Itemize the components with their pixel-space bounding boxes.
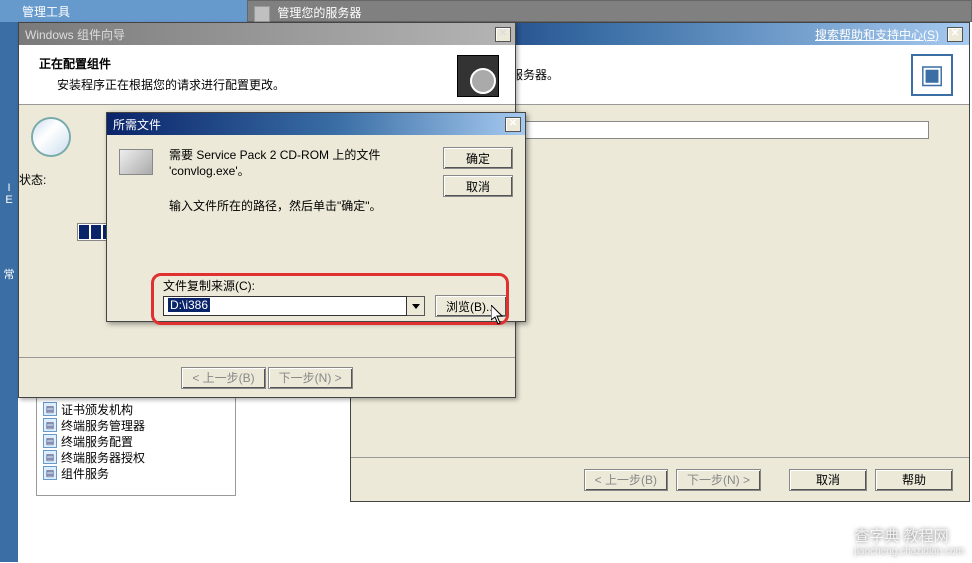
back-button: < 上一步(B) [181, 367, 265, 389]
close-icon[interactable]: ✕ [505, 117, 521, 132]
ok-button[interactable]: 确定 [443, 147, 513, 169]
search-help-link[interactable]: 搜索帮助和支持中心(S) [815, 26, 939, 43]
disc-icon [33, 119, 69, 155]
taskbar-item-manage-server[interactable]: 管理您的服务器 [247, 0, 972, 22]
folder-icon: ▤ [43, 402, 57, 416]
wizard1-subheading: 安装程序正在根据您的请求进行配置更改。 [57, 76, 285, 93]
taskbar-item-admin-tools[interactable]: 管理工具 [0, 0, 260, 22]
install-disc-icon [457, 55, 499, 97]
chevron-down-icon [412, 304, 420, 309]
server-icon [254, 6, 270, 22]
watermark: 查字典 教程网 jiaocheng.chazidian.com [854, 525, 964, 557]
wizard1-heading: 正在配置组件 [39, 55, 285, 72]
cancel-button[interactable]: 取消 [789, 469, 867, 491]
tree-item-terminal-mgr[interactable]: ▤终端服务管理器 [43, 417, 229, 433]
close-icon[interactable]: ✕ [495, 27, 511, 42]
folder-icon: ▤ [43, 434, 57, 448]
status-label: 状态: [19, 171, 46, 188]
server-role-icon: ▣ [911, 54, 953, 96]
files-needed-dialog: 所需文件 ✕ 需要 Service Pack 2 CD-ROM 上的文件 'co… [106, 112, 526, 322]
tree-item-terminal-cfg[interactable]: ▤终端服务配置 [43, 433, 229, 449]
close-icon[interactable]: ✕ [947, 27, 963, 42]
next-button: 下一步(N) > [268, 367, 353, 389]
files-needed-message: 需要 Service Pack 2 CD-ROM 上的文件 'convlog.e… [169, 147, 389, 179]
disk-drive-icon [119, 149, 153, 175]
files-needed-instruction: 输入文件所在的路径，然后单击"确定"。 [169, 197, 409, 214]
folder-icon: ▤ [43, 466, 57, 480]
folder-icon: ▤ [43, 450, 57, 464]
browse-button[interactable]: 浏览(B)... [435, 295, 507, 317]
tree-item-cert-authority[interactable]: ▤证书颁发机构 [43, 401, 229, 417]
folder-icon: ▤ [43, 418, 57, 432]
admin-tools-tree: ▤证书颁发机构 ▤终端服务管理器 ▤终端服务配置 ▤终端服务器授权 ▤组件服务 [36, 396, 236, 496]
help-button[interactable]: 帮助 [875, 469, 953, 491]
copy-from-input[interactable]: D:\i386 [163, 296, 407, 316]
left-sidebar-strip: I E 常 [0, 22, 18, 562]
back-button: < 上一步(B) [584, 469, 668, 491]
dropdown-button[interactable] [407, 296, 425, 316]
tree-item-terminal-lic[interactable]: ▤终端服务器授权 [43, 449, 229, 465]
cancel-button[interactable]: 取消 [443, 175, 513, 197]
next-button: 下一步(N) > [676, 469, 761, 491]
wizard1-titlebar[interactable]: Windows 组件向导 ✕ [19, 23, 515, 45]
dialog2-titlebar[interactable]: 所需文件 ✕ [107, 113, 525, 135]
tree-item-component-svc[interactable]: ▤组件服务 [43, 465, 229, 481]
copy-from-label: 文件复制来源(C): [163, 277, 255, 294]
copy-from-combobox[interactable]: D:\i386 [163, 296, 425, 316]
